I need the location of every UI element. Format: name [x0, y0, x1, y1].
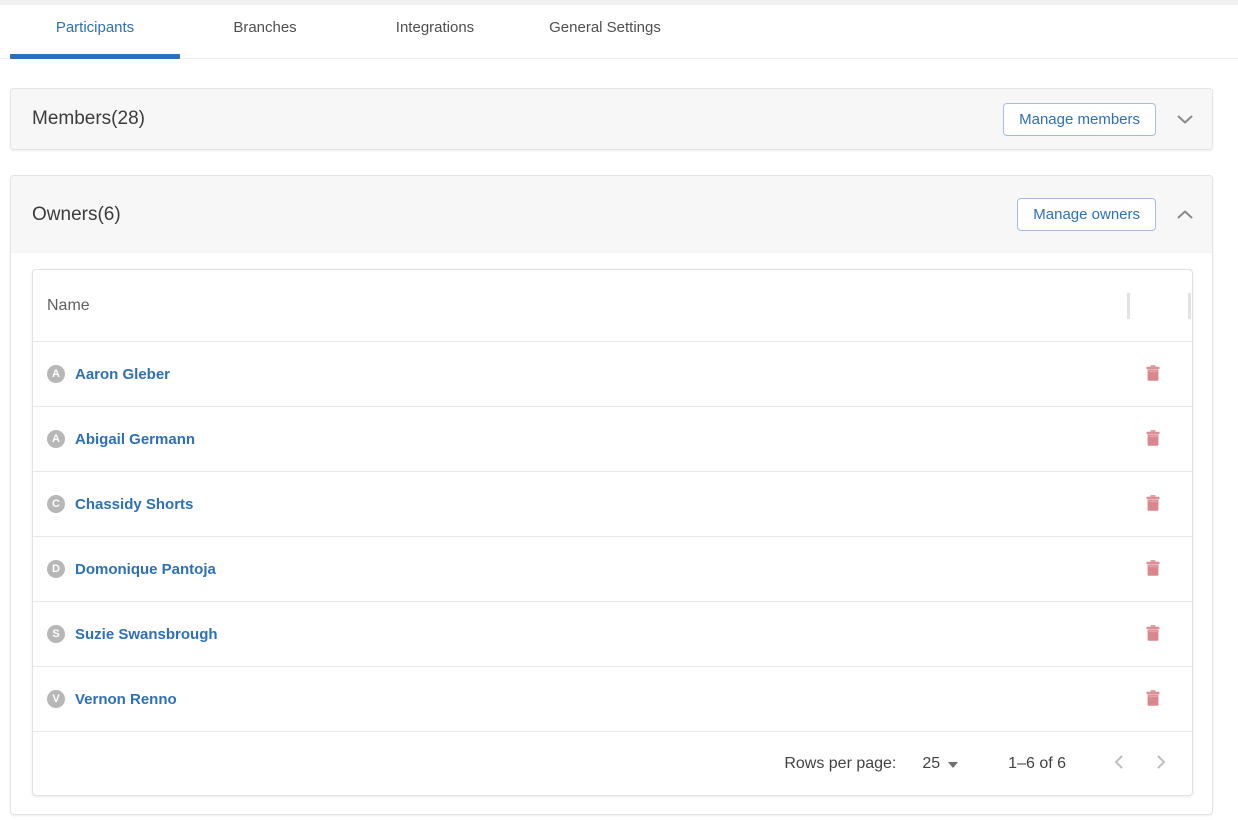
avatar: S [47, 625, 65, 643]
owner-name-link[interactable]: Chassidy Shorts [75, 496, 193, 513]
next-page-button[interactable] [1153, 751, 1170, 776]
tab-branches[interactable]: Branches [180, 5, 350, 58]
avatar: D [47, 560, 65, 578]
column-separator [1188, 293, 1191, 319]
owners-collapse-toggle[interactable] [1175, 205, 1195, 224]
owners-table: Name A Aaron Gleber A Abigail Germann [32, 269, 1193, 796]
members-section: Members(28) Manage members [10, 88, 1213, 150]
table-header-row: Name [33, 270, 1192, 342]
pagination-range-label: 1–6 of 6 [1008, 755, 1066, 773]
delete-owner-button[interactable] [1144, 688, 1162, 711]
avatar: V [47, 690, 65, 708]
rows-per-page-label: Rows per page: [784, 755, 896, 773]
owners-section: Owners(6) Manage owners Name A Aaron Gle… [10, 175, 1213, 815]
column-header-name: Name [47, 297, 90, 315]
table-row: D Domonique Pantoja [33, 537, 1192, 602]
owner-name-link[interactable]: Abigail Germann [75, 431, 195, 448]
delete-owner-button[interactable] [1144, 623, 1162, 646]
delete-owner-button[interactable] [1144, 363, 1162, 386]
tab-bar: Participants Branches Integrations Gener… [0, 5, 1238, 59]
tab-participants[interactable]: Participants [10, 5, 180, 58]
members-section-title: Members(28) [32, 108, 145, 130]
avatar: A [47, 365, 65, 383]
table-pagination: Rows per page: 25 1–6 of 6 [33, 732, 1192, 795]
owner-name-link[interactable]: Aaron Gleber [75, 366, 170, 383]
chevron-right-icon [1157, 755, 1166, 772]
tab-general-settings[interactable]: General Settings [520, 5, 690, 58]
owner-name-link[interactable]: Suzie Swansbrough [75, 626, 218, 643]
owners-section-header: Owners(6) Manage owners [11, 176, 1212, 253]
trash-icon [1146, 625, 1160, 644]
owner-name-link[interactable]: Vernon Renno [75, 691, 177, 708]
owner-name-link[interactable]: Domonique Pantoja [75, 561, 216, 578]
members-section-header: Members(28) Manage members [11, 89, 1212, 149]
table-row: C Chassidy Shorts [33, 472, 1192, 537]
delete-owner-button[interactable] [1144, 428, 1162, 451]
trash-icon [1146, 495, 1160, 514]
table-row: A Abigail Germann [33, 407, 1192, 472]
tab-integrations[interactable]: Integrations [350, 5, 520, 58]
delete-owner-button[interactable] [1144, 558, 1162, 581]
owners-section-body: Name A Aaron Gleber A Abigail Germann [11, 253, 1212, 817]
trash-icon [1146, 560, 1160, 579]
rows-per-page-select[interactable]: 25 [922, 755, 958, 773]
column-separator [1127, 293, 1130, 319]
chevron-down-icon [1177, 112, 1193, 127]
previous-page-button[interactable] [1110, 751, 1127, 776]
manage-members-button[interactable]: Manage members [1003, 103, 1156, 136]
trash-icon [1146, 430, 1160, 449]
members-expand-toggle[interactable] [1175, 110, 1195, 129]
table-row: V Vernon Renno [33, 667, 1192, 732]
avatar: C [47, 495, 65, 513]
table-row: S Suzie Swansbrough [33, 602, 1192, 667]
chevron-up-icon [1177, 207, 1193, 222]
avatar: A [47, 430, 65, 448]
manage-owners-button[interactable]: Manage owners [1017, 198, 1156, 231]
trash-icon [1146, 365, 1160, 384]
chevron-left-icon [1114, 755, 1123, 772]
rows-per-page-value: 25 [922, 755, 940, 773]
delete-owner-button[interactable] [1144, 493, 1162, 516]
caret-down-icon [948, 755, 958, 773]
table-body: A Aaron Gleber A Abigail Germann [33, 342, 1192, 732]
owners-section-title: Owners(6) [32, 204, 121, 226]
table-row: A Aaron Gleber [33, 342, 1192, 407]
trash-icon [1146, 690, 1160, 709]
